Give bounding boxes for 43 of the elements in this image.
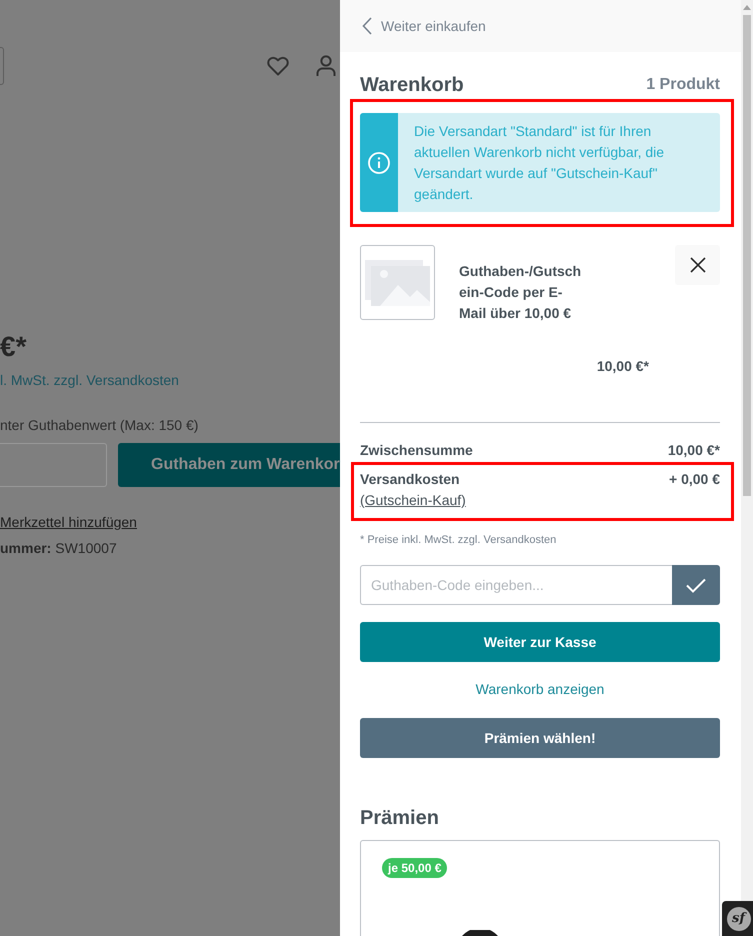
- product-thumbnail[interactable]: [360, 245, 435, 320]
- photo-placeholder: [462, 930, 498, 936]
- checkout-button[interactable]: Weiter zur Kasse: [360, 622, 720, 662]
- heart-icon[interactable]: [267, 56, 289, 76]
- voucher-code-input[interactable]: Guthaben-Code eingeben...: [360, 565, 672, 605]
- product-number-label: ummer:: [0, 540, 52, 556]
- back-link[interactable]: Weiter einkaufen: [362, 16, 486, 36]
- product-price: €*: [0, 331, 26, 363]
- wishlist-link[interactable]: Merkzettel hinzufügen: [0, 512, 137, 532]
- reward-card[interactable]: je 50,00 €: [360, 840, 720, 936]
- summary-label: Versandkosten: [360, 471, 460, 487]
- close-icon: [690, 257, 706, 273]
- tax-note: l. MwSt. zzgl. Versandkosten: [0, 371, 179, 390]
- search-field[interactable]: [0, 47, 4, 85]
- product-price: 10,00 €*: [596, 357, 649, 376]
- amount-input[interactable]: [0, 443, 107, 487]
- summary-value: + 0,00 €: [669, 470, 720, 489]
- amount-label: nter Guthabenwert (Max: 150 €): [0, 416, 198, 435]
- toolbar-logo: sf: [726, 906, 750, 930]
- price-note: * Preise inkl. MwSt. zzgl. Versandkosten: [360, 533, 558, 548]
- summary-value: 10,00 €*: [668, 441, 720, 460]
- view-cart-link[interactable]: Warenkorb anzeigen: [476, 681, 604, 697]
- add-to-cart-button[interactable]: Guthaben zum Warenkor: [118, 443, 340, 487]
- info-icon: [368, 152, 390, 174]
- user-icon[interactable]: [316, 55, 336, 77]
- price-badge: je 50,00 €: [382, 858, 448, 878]
- product-name[interactable]: Guthaben-/Gutschein-Code per E-Mail über 10,00 €: [459, 261, 585, 324]
- remove-button[interactable]: [675, 245, 720, 285]
- summary-label: Zwischensumme: [360, 442, 473, 458]
- shipping-method-link[interactable]: (Gutschein-Kauf): [360, 492, 466, 508]
- product-number: SW10007: [55, 540, 117, 556]
- check-icon: [686, 578, 706, 592]
- debug-toolbar-button[interactable]: sf: [722, 901, 753, 936]
- choose-rewards-button[interactable]: Prämien wählen!: [360, 718, 720, 758]
- alert-message: Die Versandart "Standard" ist für Ihren aktuellen Warenkorb nicht verfügbar, die Versandart wurde auf "Gutschein-Kauf" geändert.: [413, 122, 666, 204]
- section-title: Prämien: [360, 806, 440, 831]
- scrollbar-thumb[interactable]: [743, 15, 751, 496]
- redeem-button[interactable]: [672, 565, 720, 605]
- item-count: 1 Produkt: [646, 75, 720, 95]
- chevron-left-icon: [362, 17, 372, 35]
- cart-title: Warenkorb: [360, 73, 464, 98]
- scroll-up-icon[interactable]: [743, 5, 751, 10]
- picture-icon: [365, 260, 430, 306]
